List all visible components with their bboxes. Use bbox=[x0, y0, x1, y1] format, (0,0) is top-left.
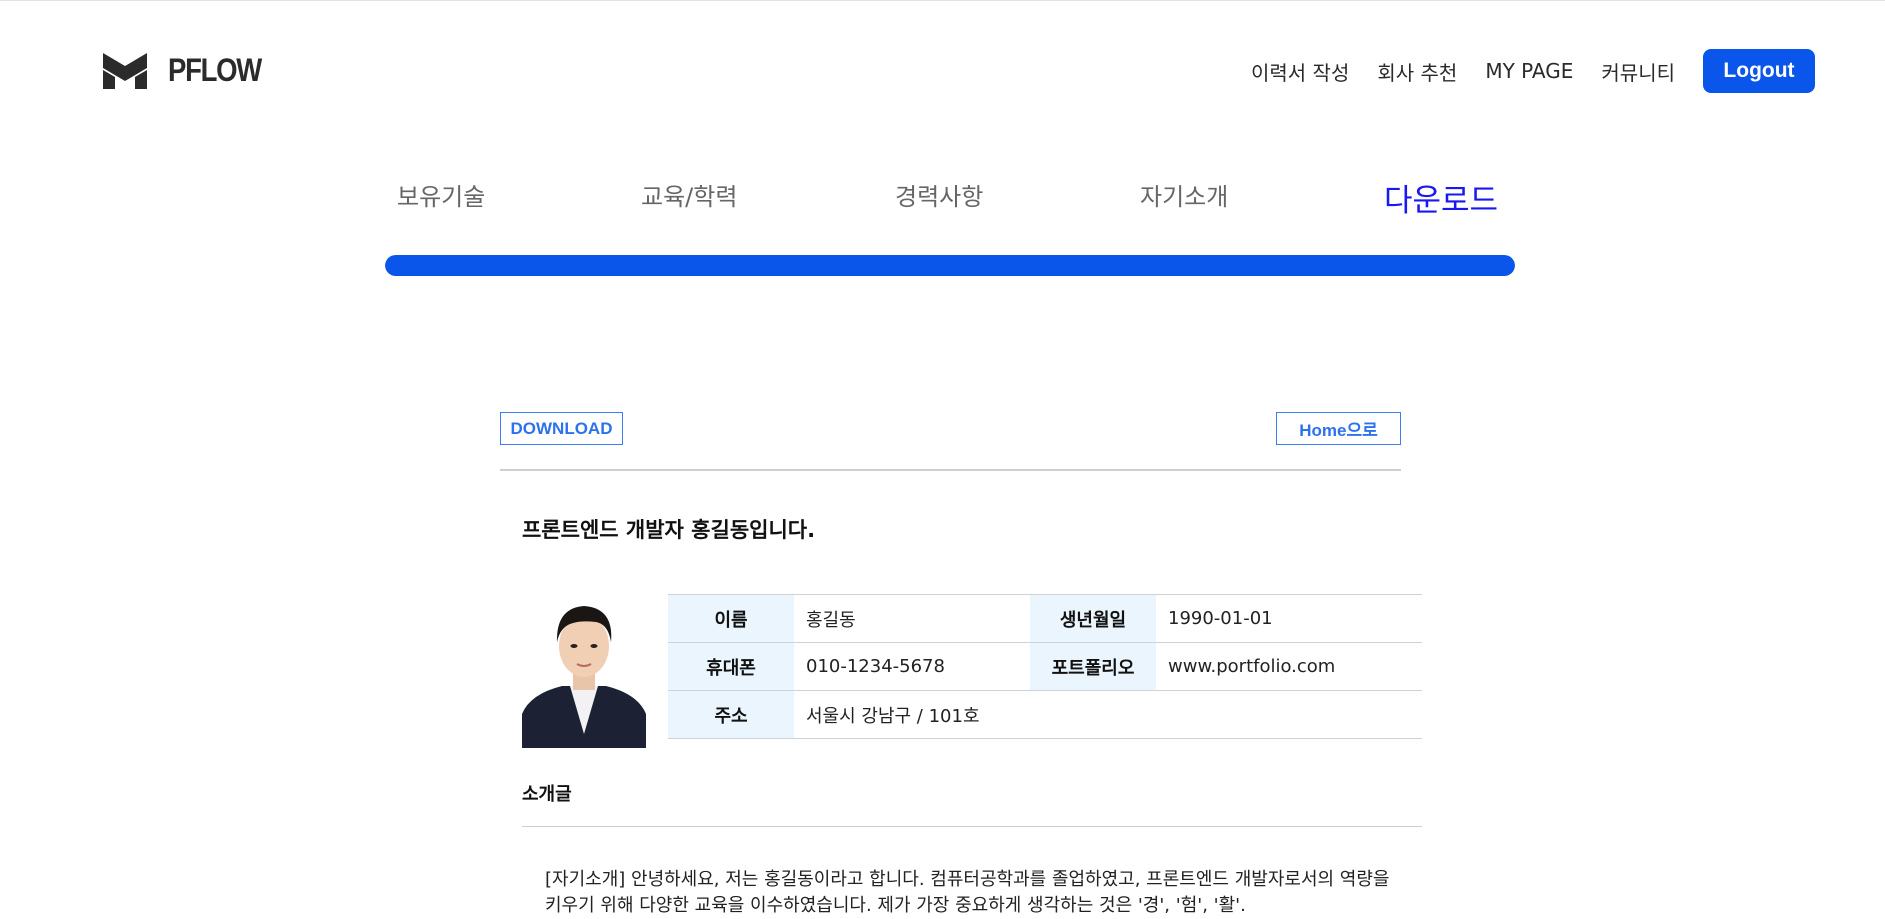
address-value: 서울시 강남구 / 101호 bbox=[794, 690, 1422, 739]
birth-label: 생년월일 bbox=[1030, 594, 1156, 643]
download-button[interactable]: DOWNLOAD bbox=[500, 412, 623, 445]
top-border bbox=[0, 0, 1885, 1]
step-progress-bar bbox=[385, 255, 1515, 276]
intro-text: [자기소개] 안녕하세요, 저는 홍길동이라고 합니다. 컴퓨터공학과를 졸업하… bbox=[545, 869, 1390, 916]
name-value: 홍길동 bbox=[794, 594, 1030, 643]
nav-community[interactable]: 커뮤니티 bbox=[1601, 57, 1675, 86]
portfolio-label: 포트폴리오 bbox=[1030, 642, 1156, 691]
step-self-intro[interactable]: 자기소개 bbox=[1140, 177, 1228, 212]
table-row: 휴대폰 010-1234-5678 포트폴리오 www.portfolio.co… bbox=[668, 642, 1422, 691]
step-download[interactable]: 다운로드 bbox=[1384, 175, 1498, 220]
table-row: 주소 서울시 강남구 / 101호 bbox=[668, 690, 1422, 739]
birth-value: 1990-01-01 bbox=[1156, 594, 1422, 643]
divider bbox=[500, 469, 1401, 471]
portfolio-value: www.portfolio.com bbox=[1156, 642, 1422, 691]
home-button[interactable]: Home으로 bbox=[1276, 412, 1401, 445]
name-label: 이름 bbox=[668, 594, 794, 643]
logo-text: PFLOW bbox=[168, 52, 262, 88]
logout-button[interactable]: Logout bbox=[1703, 49, 1815, 93]
profile-photo-image bbox=[522, 594, 646, 748]
personal-info-table: 이름 홍길동 생년월일 1990-01-01 휴대폰 010-1234-5678… bbox=[668, 594, 1422, 739]
nav-resume-write[interactable]: 이력서 작성 bbox=[1251, 57, 1349, 86]
nav-my-page[interactable]: MY PAGE bbox=[1485, 59, 1573, 83]
nav-company-recommend[interactable]: 회사 추천 bbox=[1377, 57, 1457, 86]
main-nav: 이력서 작성 회사 추천 MY PAGE 커뮤니티 Logout bbox=[1251, 49, 1815, 93]
address-label: 주소 bbox=[668, 690, 794, 739]
step-progress-fill bbox=[385, 255, 1515, 276]
step-tabs: 보유기술 교육/학력 경력사항 자기소개 다운로드 bbox=[385, 165, 1515, 219]
divider bbox=[522, 826, 1422, 827]
logo-mark-icon bbox=[103, 52, 147, 89]
resume-title: 프론트엔드 개발자 홍길동입니다. bbox=[522, 518, 816, 542]
step-education[interactable]: 교육/학력 bbox=[641, 177, 737, 212]
phone-value: 010-1234-5678 bbox=[794, 642, 1030, 691]
intro-section-label: 소개글 bbox=[522, 784, 572, 805]
step-career[interactable]: 경력사항 bbox=[895, 177, 983, 212]
pflow-logo[interactable]: PFLOW bbox=[103, 52, 276, 89]
phone-label: 휴대폰 bbox=[668, 642, 794, 691]
table-row: 이름 홍길동 생년월일 1990-01-01 bbox=[668, 594, 1422, 643]
step-skills[interactable]: 보유기술 bbox=[397, 177, 485, 212]
profile-photo bbox=[522, 594, 646, 748]
